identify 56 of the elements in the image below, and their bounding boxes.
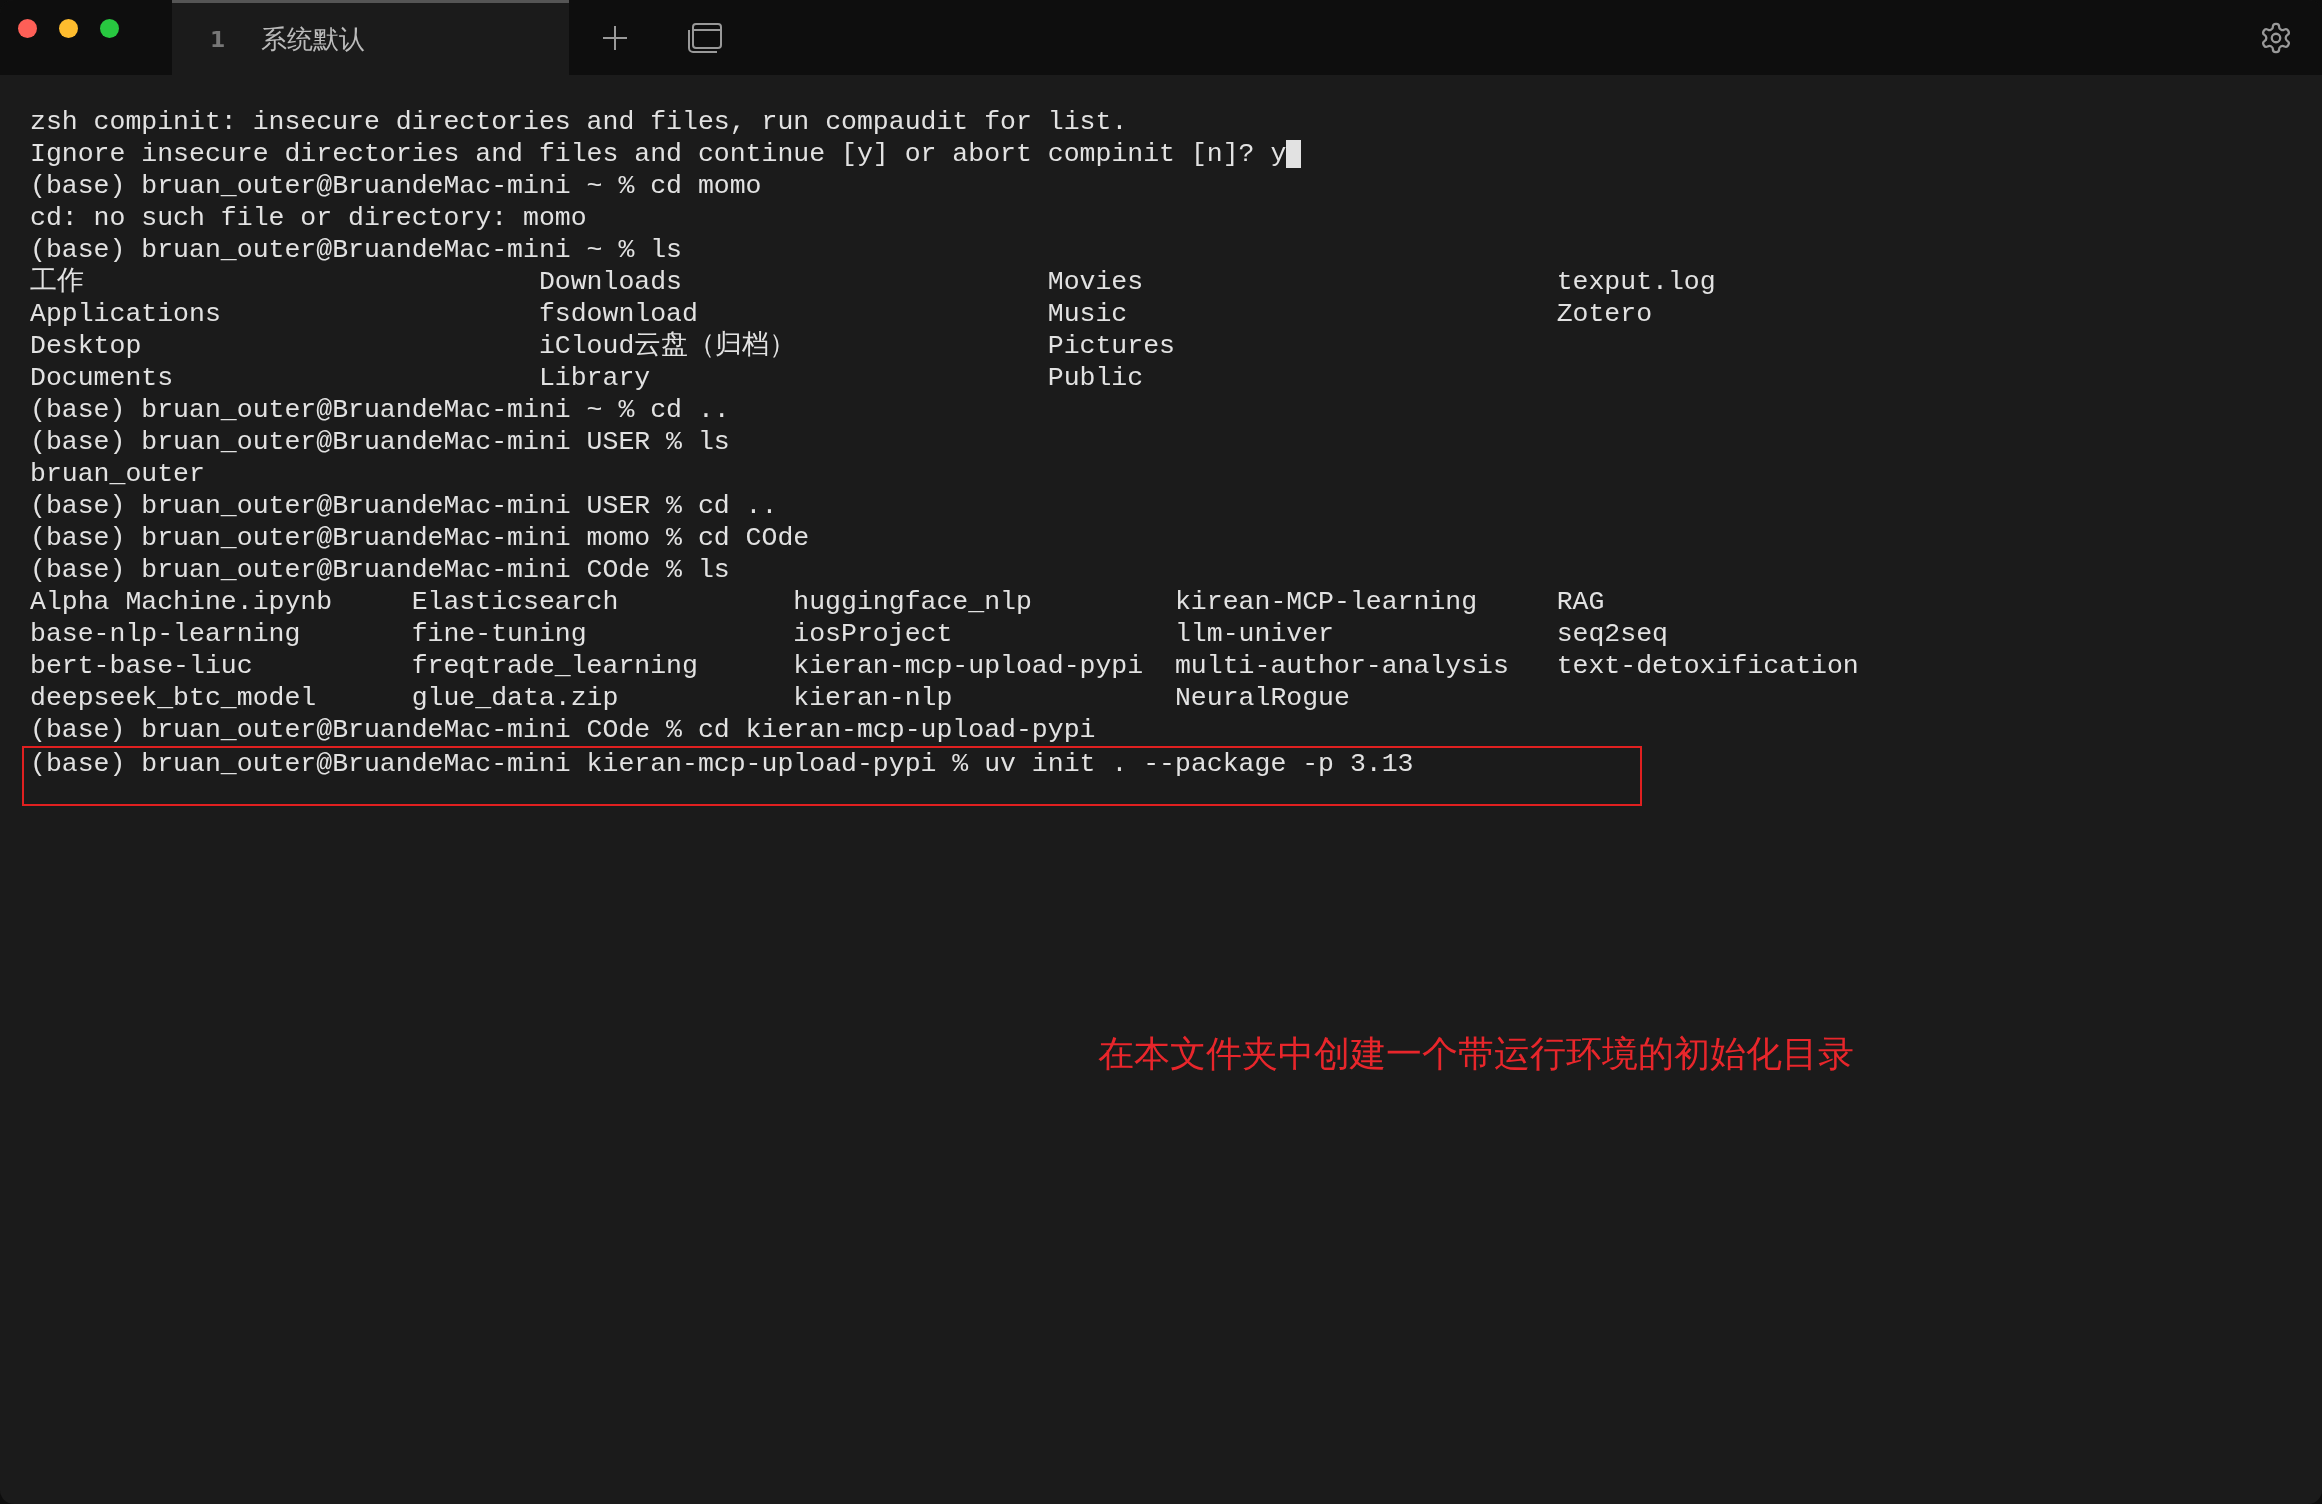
windows-icon[interactable] bbox=[687, 21, 723, 54]
terminal-line: (base) bruan_outer@BruandeMac-mini USER % ls bbox=[30, 426, 730, 458]
file-name: Movies bbox=[1047, 266, 1145, 298]
file-name: iCloud云盘（归档） bbox=[538, 330, 798, 362]
file-name: glue_data.zip bbox=[411, 682, 620, 714]
file-name: text-detoxification bbox=[1556, 650, 1860, 682]
file-name: Alpha Machine.ipynb bbox=[30, 586, 334, 618]
file-name: fine-tuning bbox=[411, 618, 588, 650]
file-name: RAG bbox=[1556, 586, 1606, 618]
terminal-line: cd: no such file or directory: momo bbox=[30, 202, 587, 234]
close-button[interactable] bbox=[18, 19, 37, 38]
file-name: kieran-mcp-upload-pypi bbox=[793, 650, 1145, 682]
file-name: seq2seq bbox=[1556, 618, 1669, 650]
terminal-line: (base) bruan_outer@BruandeMac-mini ~ % ls bbox=[30, 234, 682, 266]
terminal-line: zsh compinit: insecure directories and files, run compaudit for list. bbox=[30, 106, 1128, 138]
terminal-line: (base) bruan_outer@BruandeMac-mini COde % cd kieran-mcp-upload-pypi bbox=[30, 714, 1096, 746]
tab-number: 1 bbox=[210, 26, 226, 52]
file-name: multi-author-analysis bbox=[1174, 650, 1510, 682]
terminal-line: (base) bruan_outer@BruandeMac-mini ~ % cd momo bbox=[30, 170, 762, 202]
file-name: NeuralRogue bbox=[1174, 682, 1351, 714]
file-name: Library bbox=[538, 362, 652, 394]
tab-title: 系统默认 bbox=[261, 22, 366, 56]
plus-icon[interactable] bbox=[601, 23, 629, 52]
file-name: kirean-MCP-learning bbox=[1174, 586, 1479, 618]
file-name: Music bbox=[1047, 298, 1129, 330]
file-name: iosProject bbox=[793, 618, 954, 650]
file-name: Elasticsearch bbox=[411, 586, 620, 618]
file-name: Documents bbox=[30, 362, 175, 394]
file-name: Public bbox=[1047, 362, 1145, 394]
file-name: freqtrade_learning bbox=[411, 650, 699, 682]
file-name: kieran-nlp bbox=[793, 682, 954, 714]
terminal-line: (base) bruan_outer@BruandeMac-mini USER % cd .. bbox=[30, 490, 778, 522]
file-name: llm-univer bbox=[1174, 618, 1335, 650]
terminal-line: bruan_outer bbox=[30, 458, 205, 490]
file-name: deepseek_btc_model bbox=[30, 682, 318, 714]
terminal-line: (base) bruan_outer@BruandeMac-mini kieran-mcp-upload-pypi % uv init . --package -p 3.13 bbox=[30, 748, 1414, 780]
settings-icon[interactable] bbox=[2259, 20, 2293, 55]
zoom-button[interactable] bbox=[100, 19, 119, 38]
file-name: Downloads bbox=[538, 266, 683, 298]
file-name: bert-base-liuc bbox=[30, 650, 254, 682]
file-name: 工作 bbox=[30, 266, 85, 298]
file-name: Applications bbox=[30, 298, 222, 330]
annotation-text: 在本文件夹中创建一个带运行环境的初始化目录 bbox=[1098, 1032, 1855, 1076]
minimize-button[interactable] bbox=[59, 19, 78, 38]
file-name: huggingface_nlp bbox=[793, 586, 1033, 618]
terminal-tab[interactable]: 1 系统默认 bbox=[172, 0, 569, 75]
terminal-line: (base) bruan_outer@BruandeMac-mini momo % cd COde bbox=[30, 522, 810, 554]
terminal-line: (base) bruan_outer@BruandeMac-mini COde % ls bbox=[30, 554, 730, 586]
file-name: Pictures bbox=[1047, 330, 1176, 362]
file-name: fsdownload bbox=[538, 298, 699, 330]
terminal-line: Ignore insecure directories and files and continue [y] or abort compinit [n]? y bbox=[30, 138, 1287, 170]
file-name: Zotero bbox=[1556, 298, 1654, 330]
file-name: texput.log bbox=[1556, 266, 1717, 298]
file-name: Desktop bbox=[30, 330, 143, 362]
terminal-line: (base) bruan_outer@BruandeMac-mini ~ % cd .. bbox=[30, 394, 730, 426]
file-name: base-nlp-learning bbox=[30, 618, 302, 650]
